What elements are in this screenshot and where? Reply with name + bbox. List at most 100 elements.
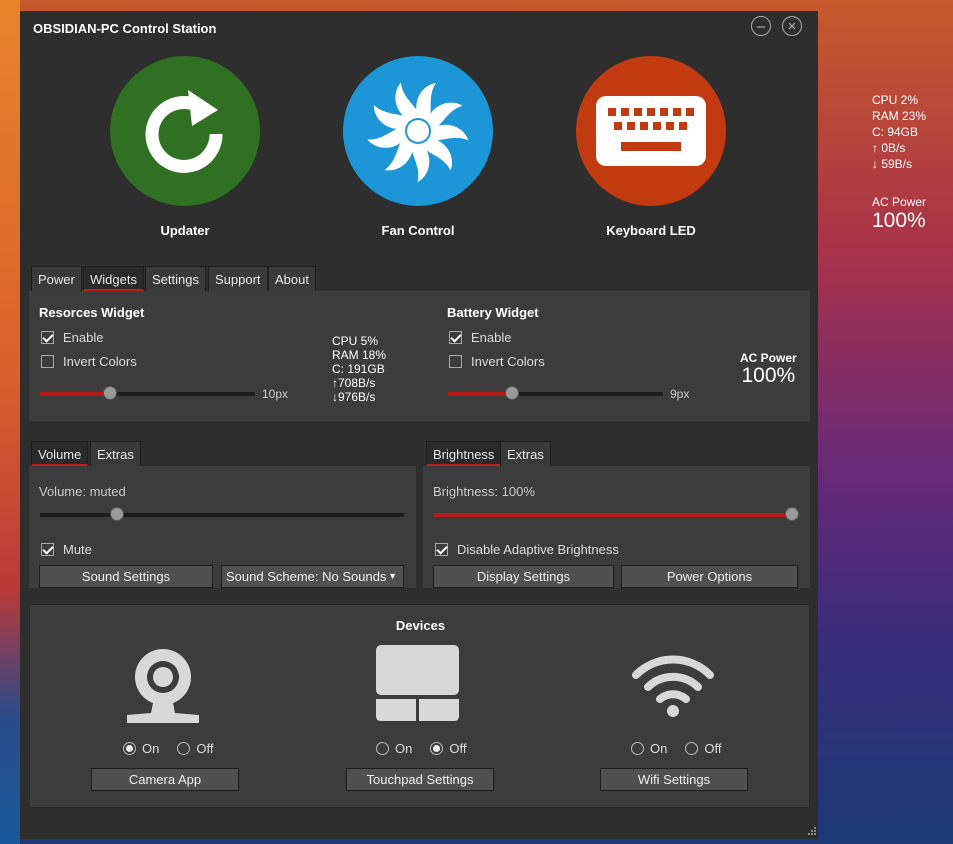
preview-ram: RAM 18% xyxy=(332,348,387,362)
updater-button[interactable]: Updater xyxy=(110,56,260,238)
brightness-panel: Brightness: 100% Disable Adaptive Bright… xyxy=(423,466,810,588)
overlay-download: ↓ 59B/s xyxy=(872,157,913,171)
volume-label: Volume: muted xyxy=(39,484,126,499)
camera-state-radios: On Off xyxy=(123,741,213,756)
checkbox-box xyxy=(41,331,54,344)
slider-fill xyxy=(40,392,110,396)
preview-download: ↓976B/s xyxy=(332,390,376,404)
wifi-on-radio[interactable] xyxy=(631,742,644,755)
checkbox-label: Mute xyxy=(63,542,92,557)
overlay-ac-value: 100% xyxy=(872,209,926,232)
updater-label: Updater xyxy=(160,223,210,238)
tab-settings[interactable]: Settings xyxy=(145,266,206,291)
widgets-panel: Resorces Widget Enable Invert Colors 10p… xyxy=(29,291,810,421)
battery-enable-checkbox[interactable]: Enable xyxy=(449,330,511,345)
slider-handle[interactable] xyxy=(103,386,117,400)
webcam-icon xyxy=(127,649,199,723)
radio-label: Off xyxy=(704,741,722,756)
checkbox-label: Enable xyxy=(471,330,512,345)
resize-grip-icon[interactable] xyxy=(806,827,816,837)
preview-upload: ↑708B/s xyxy=(332,376,376,390)
close-button[interactable]: × xyxy=(782,16,802,36)
preview-cpu: CPU 5% xyxy=(332,334,379,348)
desktop-background xyxy=(0,0,20,844)
display-settings-button[interactable]: Display Settings xyxy=(433,565,614,588)
wifi-off-radio[interactable] xyxy=(685,742,699,755)
checkbox-box xyxy=(449,355,462,368)
adaptive-brightness-checkbox[interactable]: Disable Adaptive Brightness xyxy=(435,542,619,557)
slider-handle[interactable] xyxy=(110,507,124,521)
updater-circle xyxy=(110,56,260,206)
overlay-ac-label: AC Power xyxy=(872,195,927,209)
radio-label: Off xyxy=(196,741,214,756)
wifi-state-radios: On Off xyxy=(631,741,721,756)
checkbox-box xyxy=(449,331,462,344)
camera-app-button[interactable]: Camera App xyxy=(91,768,239,791)
devices-title: Devices xyxy=(395,618,446,633)
overlay-disk: C: 94GB xyxy=(872,125,919,139)
mute-checkbox[interactable]: Mute xyxy=(41,542,92,557)
refresh-icon xyxy=(145,90,223,173)
battery-size-slider[interactable] xyxy=(448,386,663,400)
minimize-button[interactable]: – xyxy=(751,16,771,36)
preview-ac-value: 100% xyxy=(741,364,796,387)
camera-off-radio[interactable] xyxy=(177,742,191,755)
tab-widgets[interactable]: Widgets xyxy=(83,266,144,291)
checkbox-label: Enable xyxy=(63,330,104,345)
brightness-slider[interactable] xyxy=(434,507,799,521)
tab-brightness[interactable]: Brightness xyxy=(426,441,502,466)
wifi-settings-button[interactable]: Wifi Settings xyxy=(600,768,748,791)
window-title: OBSIDIAN-PC Control Station xyxy=(33,21,217,36)
overlay-cpu: CPU 2% xyxy=(872,93,919,107)
tab-about[interactable]: About xyxy=(268,266,316,291)
minus-icon: – xyxy=(756,18,766,35)
desktop-battery-widget: AC Power 100% xyxy=(872,194,926,232)
preview-ac-label: AC Power xyxy=(740,351,797,365)
chevron-down-icon: ▼ xyxy=(388,571,397,581)
sound-settings-button[interactable]: Sound Settings xyxy=(39,565,213,588)
keyboard-led-button[interactable]: Keyboard LED xyxy=(576,56,726,238)
volume-slider[interactable] xyxy=(40,507,404,521)
control-station-window: OBSIDIAN-PC Control Station – × Updater xyxy=(20,11,818,839)
checkbox-box xyxy=(41,543,54,556)
power-options-button[interactable]: Power Options xyxy=(621,565,798,588)
overlay-upload: ↑ 0B/s xyxy=(872,141,906,155)
slider-handle[interactable] xyxy=(785,507,799,521)
battery-preview: AC Power 100% xyxy=(740,351,797,387)
touchpad-icon xyxy=(376,645,459,721)
resources-invert-checkbox[interactable]: Invert Colors xyxy=(41,354,137,369)
checkbox-box xyxy=(41,355,54,368)
checkbox-box xyxy=(435,543,448,556)
fan-control-button[interactable]: Fan Control xyxy=(343,56,493,238)
touchpad-settings-button[interactable]: Touchpad Settings xyxy=(346,768,494,791)
checkbox-label: Invert Colors xyxy=(471,354,545,369)
resources-enable-checkbox[interactable]: Enable xyxy=(41,330,103,345)
tab-brightness-extras[interactable]: Extras xyxy=(500,441,551,466)
keyboard-icon xyxy=(596,96,706,166)
wifi-icon xyxy=(632,655,714,717)
touchpad-state-radios: On Off xyxy=(376,741,466,756)
radio-label: On xyxy=(650,741,668,756)
resources-widget-title: Resorces Widget xyxy=(39,305,145,320)
checkbox-label: Invert Colors xyxy=(63,354,137,369)
battery-invert-checkbox[interactable]: Invert Colors xyxy=(449,354,545,369)
tab-support[interactable]: Support xyxy=(208,266,268,291)
tab-volume[interactable]: Volume xyxy=(31,441,89,466)
sound-scheme-dropdown[interactable]: Sound Scheme: No Sounds ▼ xyxy=(221,565,404,588)
battery-size-value: 9px xyxy=(670,387,690,401)
close-icon: × xyxy=(787,18,797,35)
camera-on-radio[interactable] xyxy=(123,742,136,755)
slider-fill xyxy=(448,392,512,396)
tab-power[interactable]: Power xyxy=(31,266,82,291)
tab-volume-extras[interactable]: Extras xyxy=(90,441,141,466)
devices-panel: Devices On Off Camera App On Off Touchpa… xyxy=(29,604,810,808)
fan-icon xyxy=(367,82,469,183)
resources-size-slider[interactable] xyxy=(40,386,255,400)
resources-size-value: 10px xyxy=(262,387,289,401)
slider-handle[interactable] xyxy=(505,386,519,400)
touchpad-off-radio[interactable] xyxy=(430,742,444,755)
checkbox-label: Disable Adaptive Brightness xyxy=(457,542,619,557)
radio-label: On xyxy=(395,741,413,756)
preview-disk: C: 191GB xyxy=(332,362,385,376)
touchpad-on-radio[interactable] xyxy=(376,742,389,755)
